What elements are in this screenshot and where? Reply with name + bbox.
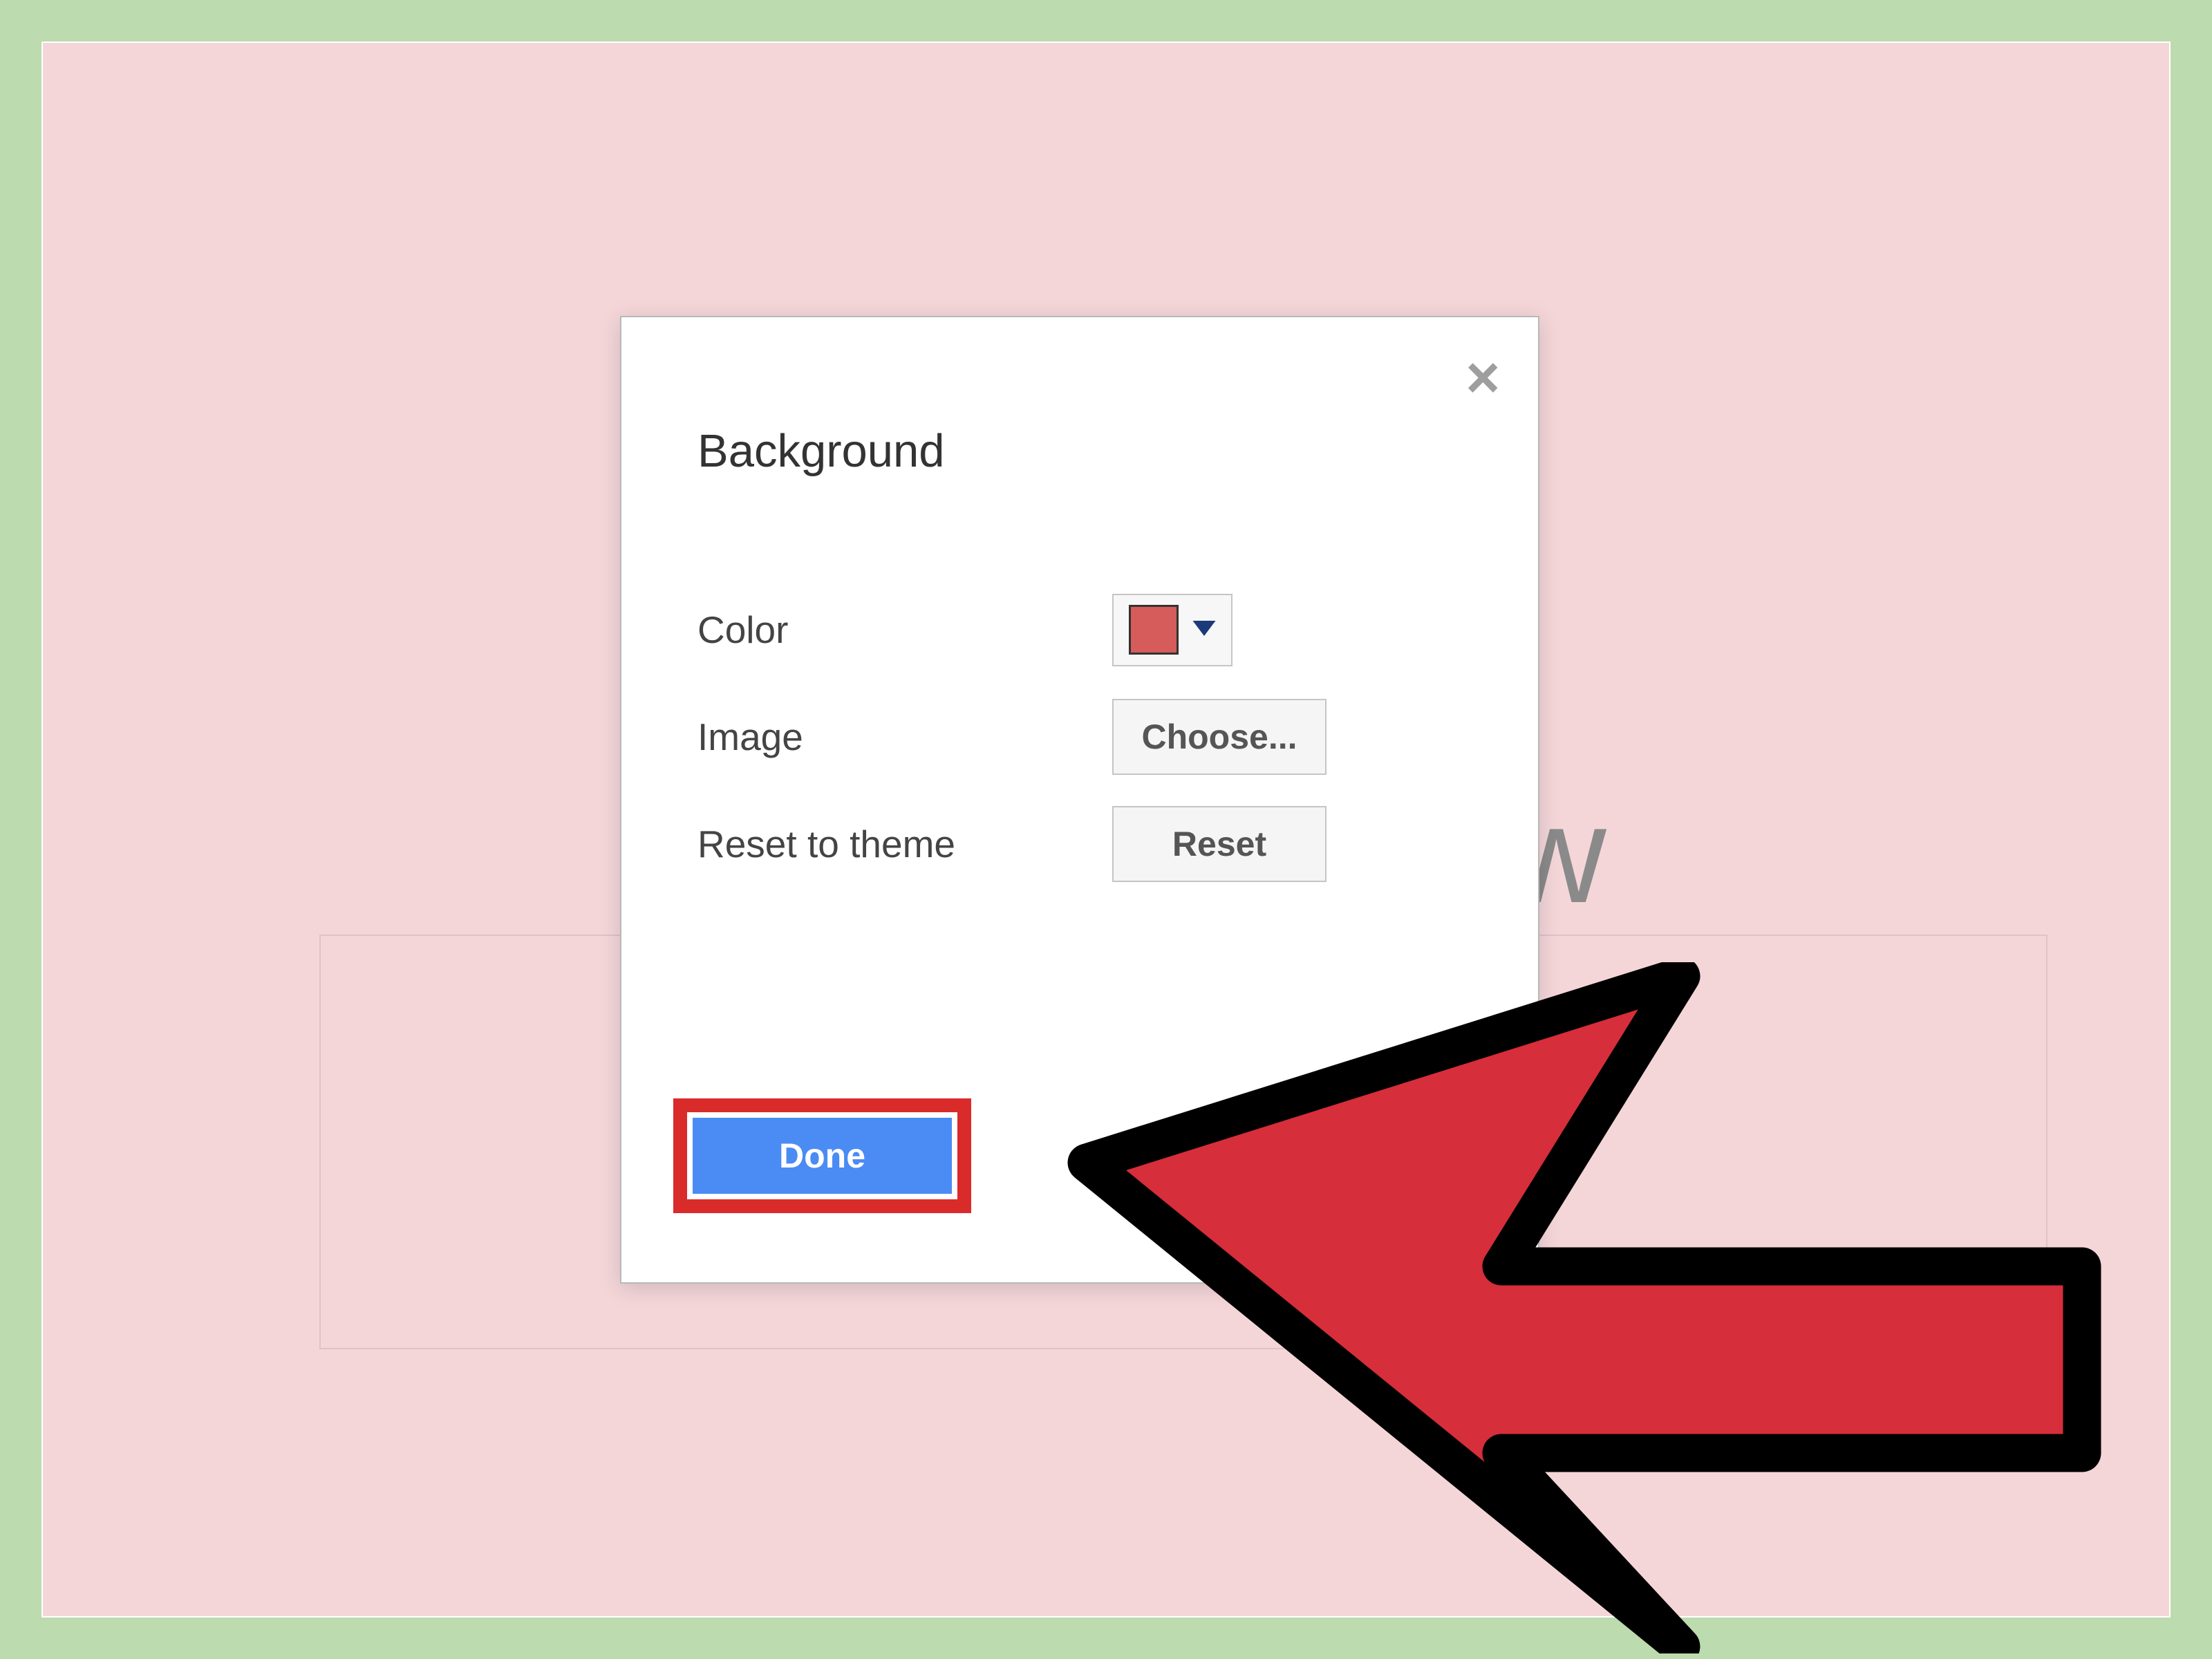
color-label: Color [697,608,1112,652]
row-reset: Reset to theme Reset [697,803,1490,885]
reset-label: Reset to theme [697,822,1112,866]
done-button[interactable]: Done [693,1118,952,1194]
row-image: Image Choose... [697,695,1490,778]
dialog-title: Background [697,424,1490,478]
reset-button[interactable]: Reset [1112,806,1327,882]
done-highlight-box: Done [673,1098,971,1213]
color-swatch-icon [1129,605,1179,655]
choose-button[interactable]: Choose... [1112,699,1327,775]
image-label: Image [697,715,1112,759]
content-frame: ow le × Background Color Image Choose...… [41,41,2171,1618]
background-dialog: × Background Color Image Choose... Reset… [620,316,1539,1284]
close-icon[interactable]: × [1465,348,1500,407]
color-picker[interactable] [1112,594,1232,666]
chevron-down-icon [1192,621,1216,639]
row-color: Color [697,588,1490,671]
